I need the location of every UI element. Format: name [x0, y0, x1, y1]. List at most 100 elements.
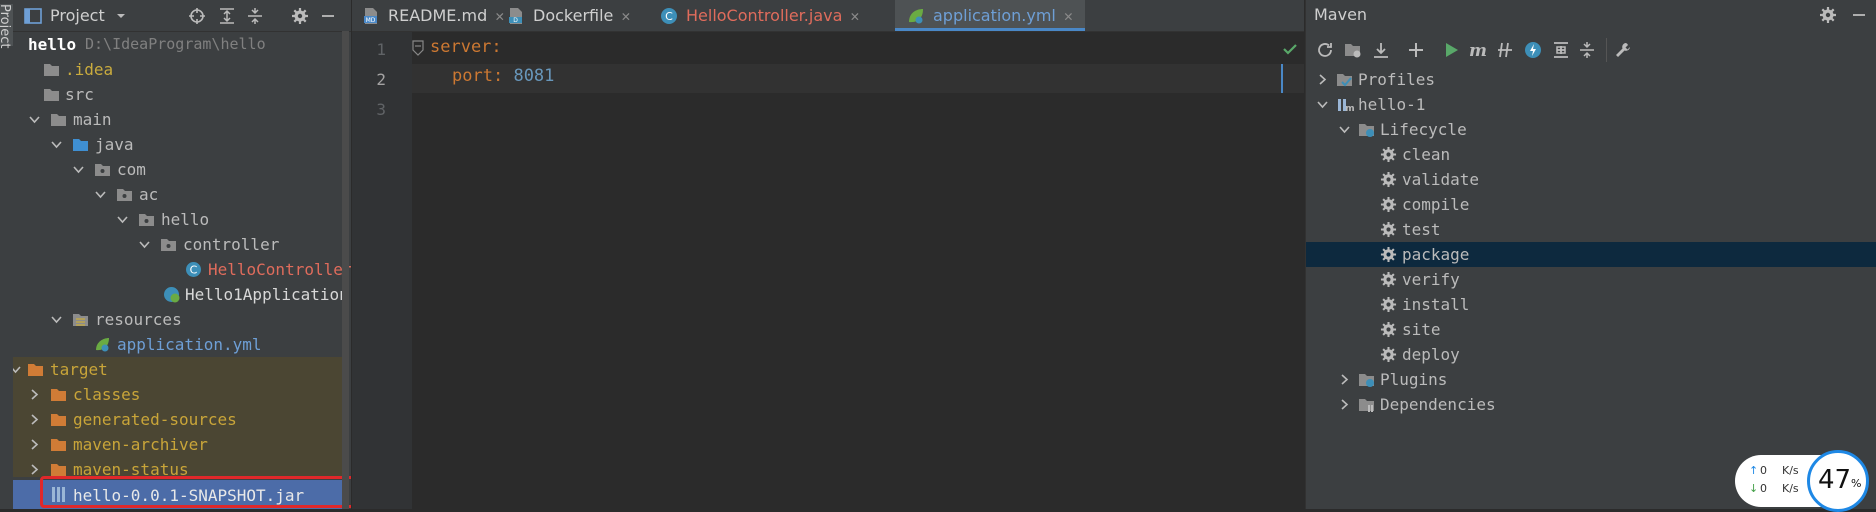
run-icon[interactable]	[1442, 41, 1460, 59]
svg-text:D: D	[513, 17, 518, 24]
java-class-icon: C	[186, 262, 201, 277]
chevron-right-icon[interactable]	[28, 413, 41, 426]
tree-item-generated-sources[interactable]: generated-sources	[13, 407, 347, 432]
chevron-down-icon[interactable]	[50, 138, 63, 151]
maven-goal-site[interactable]: site	[1306, 317, 1876, 342]
code-line-2[interactable]: port: 8081	[452, 66, 554, 86]
execute-goal-icon[interactable]: m	[1468, 41, 1488, 59]
tree-item-controller[interactable]: controller	[13, 232, 347, 257]
maven-goal-package[interactable]: package	[1306, 242, 1876, 267]
minimize-icon[interactable]	[1851, 7, 1867, 23]
gear-icon[interactable]	[1819, 6, 1837, 24]
tree-item-application-yml[interactable]: application.yml	[13, 332, 347, 357]
yaml-value: 8081	[513, 66, 555, 86]
tab-dockerfile[interactable]: D Dockerfile ✕	[507, 0, 630, 31]
show-dependencies-icon[interactable]	[1552, 41, 1570, 59]
tab-readme[interactable]: MD README.md ✕	[362, 0, 504, 31]
collapse-all-button[interactable]	[246, 0, 264, 31]
chevron-right-icon[interactable]	[28, 388, 41, 401]
chevron-down-icon[interactable]	[13, 363, 22, 376]
settings-button[interactable]	[291, 0, 309, 31]
yaml-colon: :	[492, 66, 504, 86]
tree-item-hello1application[interactable]: Hello1Application	[13, 282, 349, 307]
maven-goal-label: compile	[1402, 195, 1470, 214]
maven-goal-verify[interactable]: verify	[1306, 267, 1876, 292]
generate-sources-icon[interactable]	[1344, 41, 1362, 59]
add-icon[interactable]	[1407, 41, 1425, 59]
maven-goal-clean[interactable]: clean	[1306, 142, 1876, 167]
collapse-all-icon[interactable]	[1578, 41, 1596, 59]
chevron-down-icon[interactable]	[1316, 98, 1329, 111]
maven-goal-compile[interactable]: compile	[1306, 192, 1876, 217]
chevron-down-icon[interactable]	[72, 163, 85, 176]
chevron-right-icon[interactable]	[1338, 373, 1351, 386]
maven-dependencies[interactable]: Dependencies	[1306, 392, 1876, 417]
close-icon[interactable]: ✕	[850, 7, 859, 25]
chevron-down-icon	[116, 13, 125, 18]
tree-item-main[interactable]: main	[13, 107, 347, 132]
project-view-selector[interactable]: Project	[24, 0, 127, 31]
skip-tests-icon[interactable]	[1524, 41, 1542, 59]
locate-file-button[interactable]	[188, 0, 206, 31]
maven-node-label: Lifecycle	[1380, 120, 1467, 139]
chevron-right-icon[interactable]	[28, 463, 41, 476]
close-icon[interactable]: ✕	[1064, 7, 1073, 25]
chevron-down-icon[interactable]	[116, 213, 129, 226]
maven-plugins[interactable]: Plugins	[1306, 367, 1876, 392]
download-unit: K/s	[1782, 482, 1799, 495]
maven-profiles[interactable]: Profiles	[1306, 67, 1876, 92]
download-icon[interactable]	[1372, 41, 1390, 59]
chevron-down-icon[interactable]	[94, 188, 107, 201]
hide-panel-button[interactable]	[320, 0, 336, 31]
maven-goal-validate[interactable]: validate	[1306, 167, 1876, 192]
tree-item-com[interactable]: com	[13, 157, 347, 182]
tree-item-label: resources	[95, 310, 182, 329]
maven-lifecycle[interactable]: Lifecycle	[1306, 117, 1876, 142]
expand-all-button[interactable]	[218, 0, 236, 31]
close-icon[interactable]: ✕	[621, 7, 630, 25]
chevron-down-icon[interactable]	[1338, 123, 1351, 136]
tree-item-java[interactable]: java	[13, 132, 347, 157]
chevron-right-icon[interactable]	[1316, 73, 1329, 86]
maven-panel-header: Maven	[1306, 0, 1876, 31]
tab-application-yml[interactable]: application.yml ✕	[895, 0, 1085, 31]
network-monitor-widget[interactable]: ↑ 0 K/s ↓ 0 K/s 47 %	[1735, 450, 1873, 512]
chevron-down-icon[interactable]	[28, 113, 41, 126]
tree-item-src[interactable]: src	[13, 82, 347, 107]
tree-root-hello[interactable]: hello D:\IdeaProgram\hello	[13, 32, 347, 57]
tree-item-hellocontroller[interactable]: C HelloController	[13, 257, 351, 282]
maven-goal-deploy[interactable]: deploy	[1306, 342, 1876, 367]
reload-icon[interactable]	[1316, 41, 1334, 59]
tree-item-ac[interactable]: ac	[13, 182, 347, 207]
chevron-right-icon[interactable]	[28, 438, 41, 451]
svg-text:C: C	[190, 264, 198, 277]
project-tool-button[interactable]: Project	[0, 4, 13, 48]
tree-item-label: application.yml	[117, 335, 262, 354]
tree-item-maven-archiver[interactable]: maven-archiver	[13, 432, 347, 457]
fold-icon[interactable]	[412, 40, 424, 56]
chevron-down-icon[interactable]	[138, 238, 151, 251]
wrench-icon[interactable]	[1614, 41, 1632, 59]
maven-goal-label: package	[1402, 245, 1470, 264]
vertical-scrollbar[interactable]	[342, 31, 349, 509]
tree-item-maven-status[interactable]: maven-status	[13, 457, 347, 477]
maven-project-hello-1[interactable]: m hello-1	[1306, 92, 1876, 117]
tree-item-classes[interactable]: classes	[13, 382, 347, 407]
maven-goal-install[interactable]: install	[1306, 292, 1876, 317]
code-line-1[interactable]: server:	[430, 37, 502, 57]
maven-goal-test[interactable]: test	[1306, 217, 1876, 242]
chevron-down-icon[interactable]	[50, 313, 63, 326]
close-icon[interactable]: ✕	[495, 7, 504, 25]
tree-item-resources[interactable]: resources	[13, 307, 347, 332]
tab-hellocontroller[interactable]: C HelloController.java ✕	[660, 0, 859, 31]
project-panel: Project hello D:\IdeaProgram\hello .idea…	[13, 0, 351, 509]
crosshair-icon	[189, 7, 205, 24]
tree-item-label: controller	[183, 235, 280, 254]
chevron-right-icon[interactable]	[1338, 398, 1351, 411]
tree-item-hello-package[interactable]: hello	[13, 207, 347, 232]
checkmark-icon[interactable]	[1282, 41, 1298, 57]
toggle-offline-icon[interactable]	[1496, 41, 1514, 59]
upload-value: 0	[1760, 464, 1767, 477]
tree-item-target[interactable]: target	[13, 357, 347, 382]
tree-item-idea[interactable]: .idea	[13, 57, 347, 82]
